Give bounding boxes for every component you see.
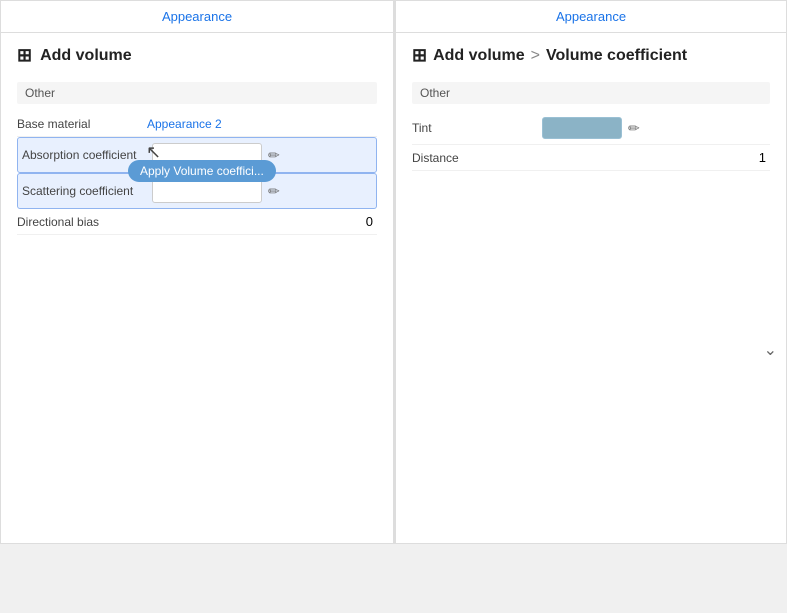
distance-number: 1 [759, 150, 770, 165]
right-panel-content: ⊞ Add volume > Volume coefficient Other … [396, 33, 786, 543]
field-row-absorption: Absorption coefficient ✏ ↖ Apply Volume … [17, 137, 377, 173]
field-row-directional: Directional bias 0 [17, 209, 377, 235]
breadcrumb-subtitle: Volume coefficient [546, 47, 687, 65]
breadcrumb: ⊞ Add volume > Volume coefficient [412, 45, 770, 66]
breadcrumb-separator: > [531, 47, 540, 65]
appearance-2-link[interactable]: Appearance 2 [147, 117, 222, 131]
tint-label: Tint [412, 121, 542, 135]
tint-edit-icon[interactable]: ✏ [628, 120, 640, 137]
breadcrumb-title: Add volume [433, 47, 525, 65]
directional-value: 0 [147, 214, 377, 229]
scattering-label: Scattering coefficient [22, 184, 152, 198]
volume-icon: ⊞ [17, 45, 32, 66]
right-panel-header: Appearance [396, 1, 786, 33]
left-panel-title: ⊞ Add volume [17, 45, 377, 66]
volume-icon-right: ⊞ [412, 45, 427, 66]
field-row-tint: Tint ✏ [412, 112, 770, 145]
right-panel-container: Appearance ⊞ Add volume > Volume coeffic… [395, 0, 787, 544]
scattering-value: ✏ [152, 179, 372, 203]
base-material-label: Base material [17, 117, 147, 131]
field-row-base-material: Base material Appearance 2 [17, 112, 377, 137]
left-title-text: Add volume [40, 47, 132, 65]
directional-label: Directional bias [17, 215, 147, 229]
right-section-label: Other [412, 82, 770, 104]
left-section-label: Other [17, 82, 377, 104]
scattering-edit-icon[interactable]: ✏ [268, 183, 280, 200]
right-panel: Appearance ⊞ Add volume > Volume coeffic… [395, 0, 787, 544]
scattering-input[interactable] [152, 179, 262, 203]
left-panel-content: ⊞ Add volume Other Base material Appeara… [1, 33, 393, 543]
absorption-label: Absorption coefficient [22, 148, 152, 162]
left-panel: Appearance ⊞ Add volume Other Base mater… [0, 0, 394, 544]
base-material-value: Appearance 2 [147, 117, 377, 131]
distance-value: 1 [542, 150, 770, 165]
tint-color-swatch[interactable] [542, 117, 622, 139]
apply-volume-button[interactable]: Apply Volume coeffici... [128, 160, 276, 182]
tint-value: ✏ [542, 117, 770, 139]
chevron-down-icon[interactable]: ⌄ [764, 340, 777, 360]
field-row-distance: Distance 1 [412, 145, 770, 171]
directional-number: 0 [366, 214, 377, 229]
left-panel-header: Appearance [1, 1, 393, 33]
distance-label: Distance [412, 151, 542, 165]
